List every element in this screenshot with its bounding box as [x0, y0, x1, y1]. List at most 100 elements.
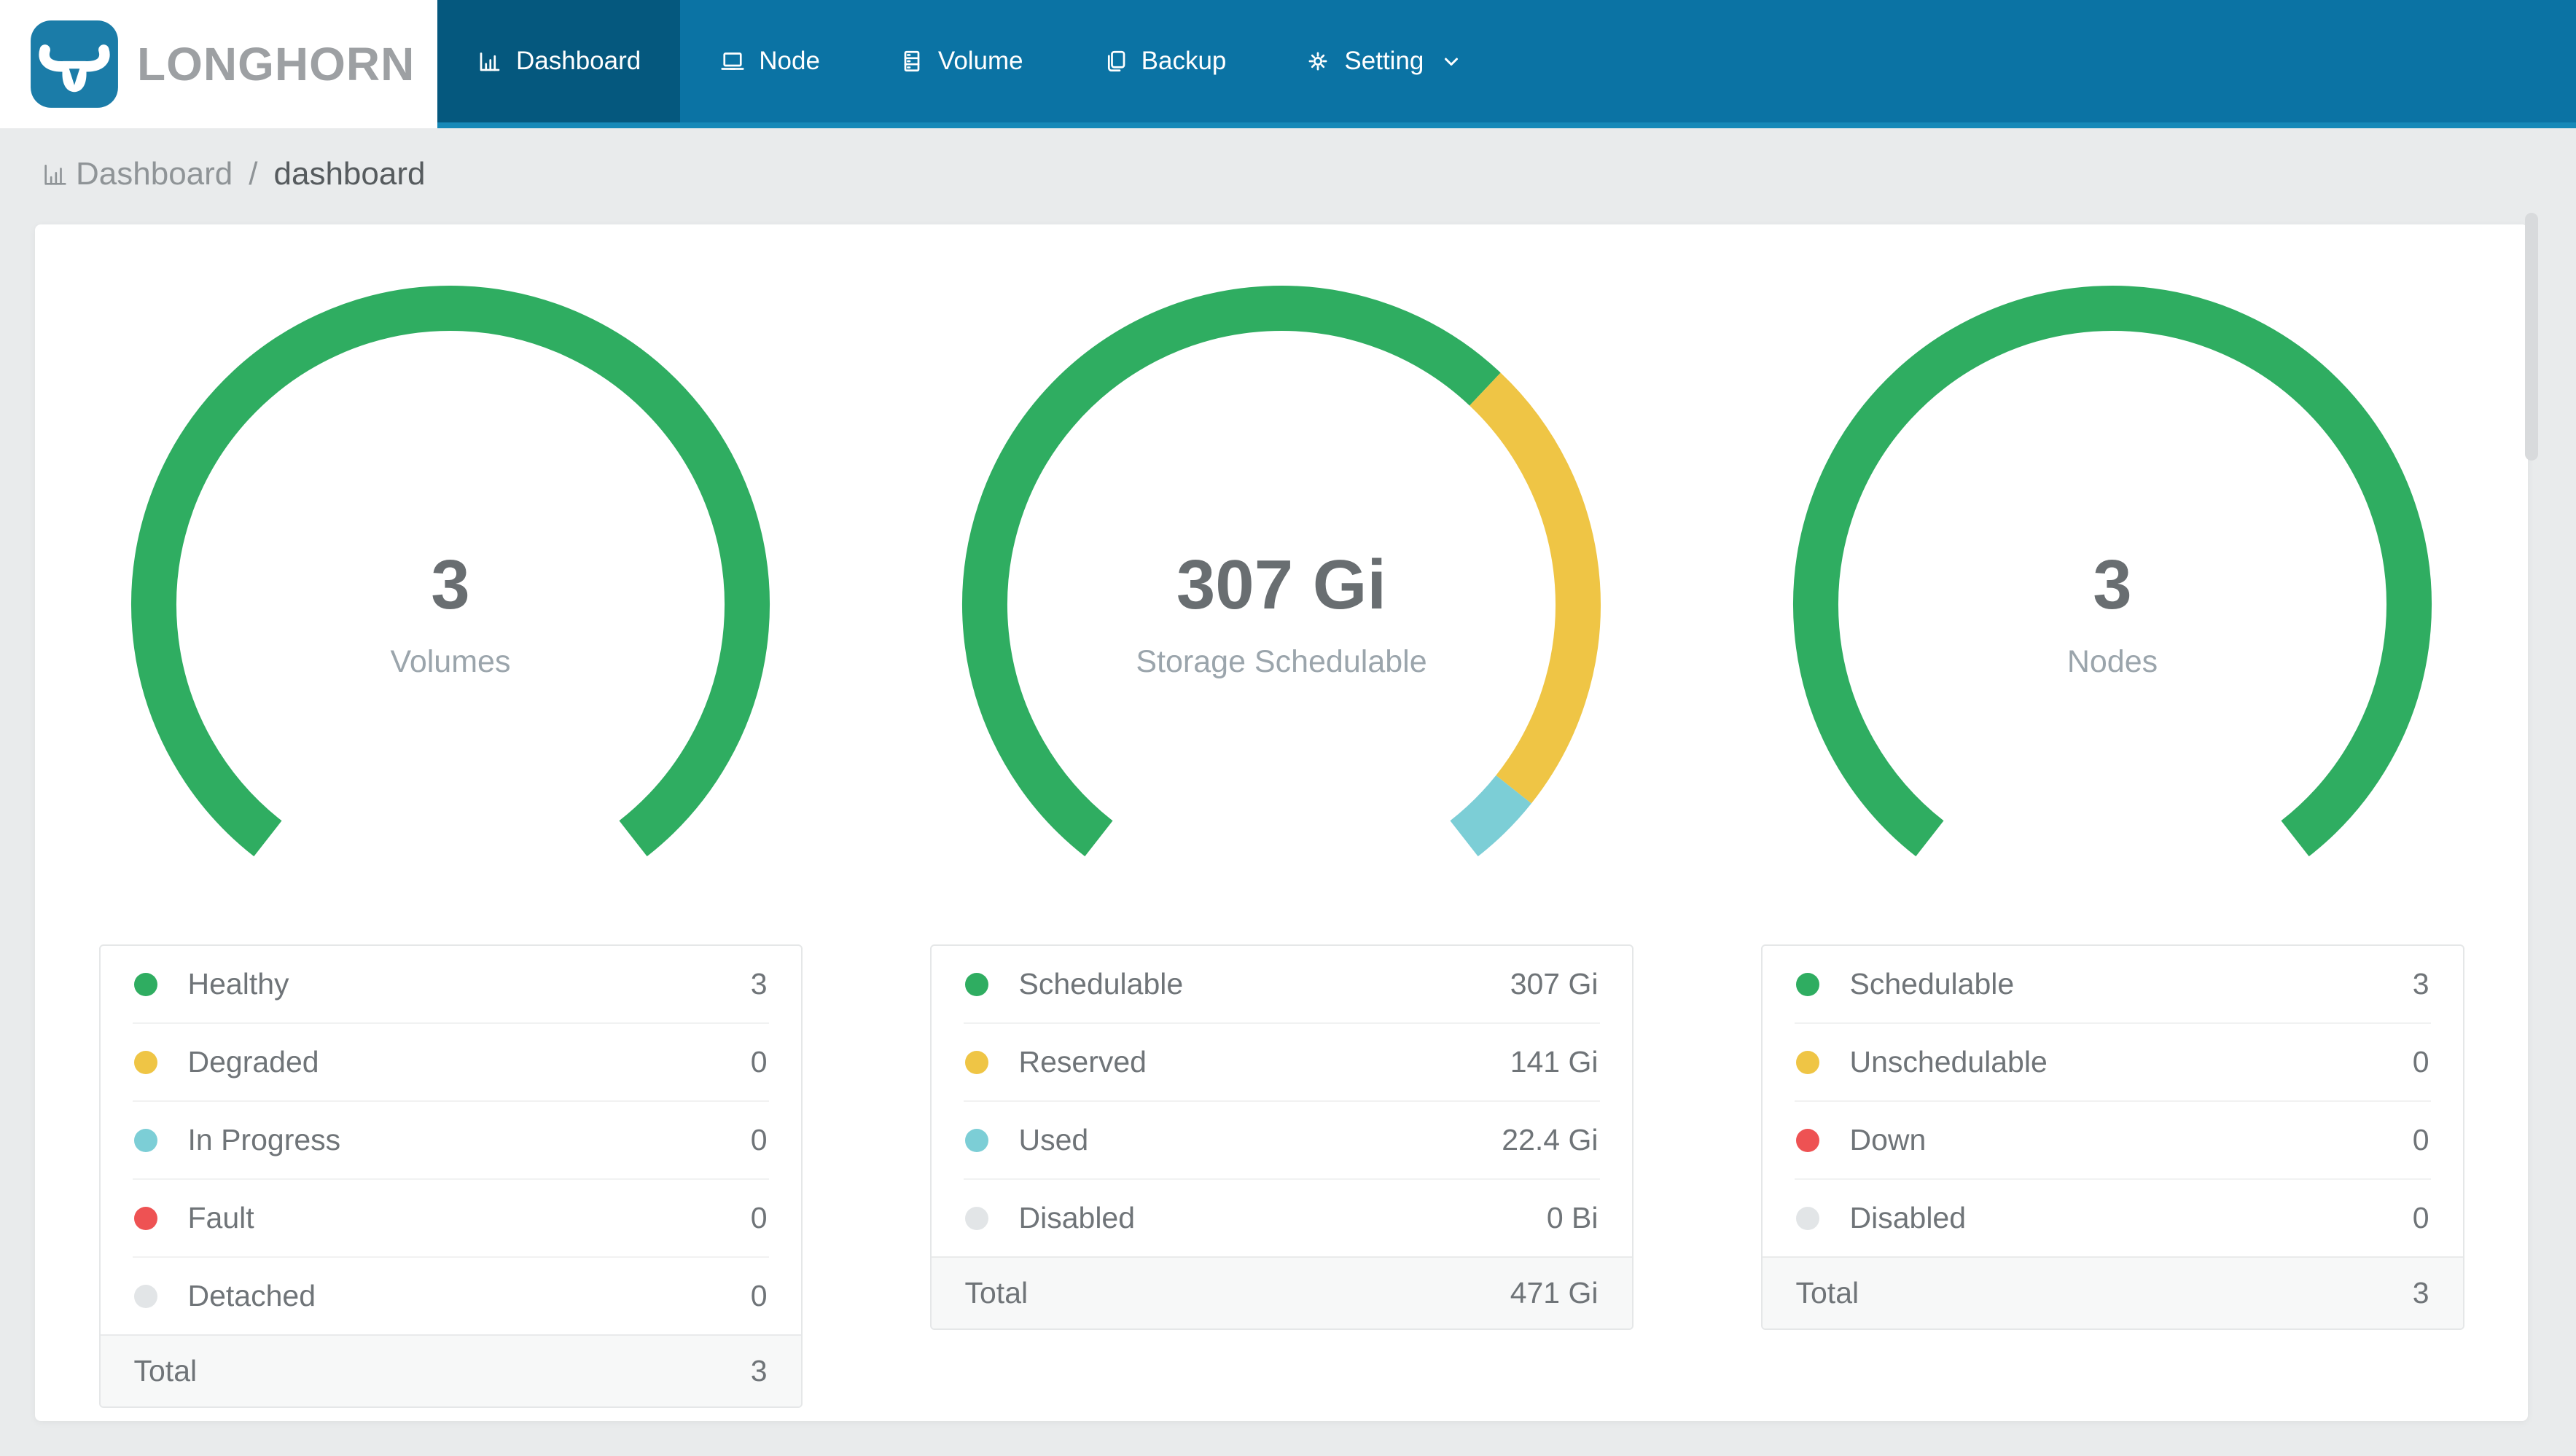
legend-value: 3 [750, 967, 768, 1001]
bar-chart-icon [44, 165, 66, 185]
legend-value: 0 [2412, 1201, 2429, 1234]
nav-tab-label: Node [759, 47, 820, 75]
legend-row-reserved: Reserved 141 Gi [932, 1024, 1632, 1100]
gauge-segment-reserved [1470, 372, 1601, 804]
healthy-dot [133, 972, 157, 996]
nodes-gauge-svg [1793, 286, 2432, 857]
legend-row-disabled: Disabled 0 [1763, 1180, 2463, 1256]
total-value: 3 [750, 1354, 768, 1387]
detached-dot [133, 1284, 157, 1308]
legend-label: Unschedulable [1849, 1045, 2048, 1079]
brand-name: LONGHORN [137, 38, 415, 90]
nav-tab-node[interactable]: Node [680, 0, 859, 122]
total-value: 471 Gi [1510, 1276, 1599, 1310]
in-progress-dot [133, 1128, 157, 1152]
gear-icon [1308, 52, 1327, 71]
legend-value: 141 Gi [1510, 1045, 1599, 1079]
total-label: Total [964, 1276, 1029, 1310]
volumes-column: 3 Volumes Healthy 3 Degraded 0 In Progre… [35, 224, 866, 1421]
disabled-dot [964, 1206, 988, 1230]
nodes-total-row: Total 3 [1762, 1256, 2463, 1328]
gauge-segment-schedulable [962, 286, 1501, 857]
storage-gauge-chart[interactable]: 307 Gi Storage Schedulable [946, 270, 1617, 940]
gauge-segment-healthy [131, 286, 770, 857]
legend-row-fault: Fault 0 [101, 1180, 801, 1256]
legend-label: Fault [187, 1201, 254, 1234]
schedulable-dot [1795, 972, 1819, 996]
breadcrumb: Dashboard / dashboard [0, 128, 2576, 192]
degraded-dot [133, 1050, 157, 1074]
legend-row-healthy: Healthy 3 [101, 946, 801, 1022]
nav-tab-dashboard[interactable]: Dashboard [437, 0, 681, 122]
schedulable-dot [964, 972, 988, 996]
legend-value: 3 [2412, 967, 2429, 1001]
breadcrumb-separator: / [249, 156, 258, 192]
legend-value: 0 Bi [1546, 1201, 1599, 1234]
node-icon [721, 52, 744, 70]
bar-chart-icon [480, 52, 500, 71]
legend-row-disabled: Disabled 0 Bi [932, 1180, 1632, 1256]
legend-row-down: Down 0 [1763, 1102, 2463, 1178]
legend-label: Schedulable [1849, 967, 2015, 1001]
legend-row-schedulable: Schedulable 3 [1763, 946, 2463, 1022]
legend-value: 0 [750, 1045, 768, 1079]
nav-tab-setting[interactable]: Setting [1265, 0, 1504, 122]
legend-label: Used [1018, 1123, 1089, 1156]
fault-dot [133, 1206, 157, 1230]
disabled-dot [1795, 1206, 1819, 1230]
legend-row-schedulable: Schedulable 307 Gi [932, 946, 1632, 1022]
nodes-gauge-chart[interactable]: 3 Nodes [1777, 270, 2448, 940]
backup-icon [1107, 50, 1125, 72]
storage-legend-card: Schedulable 307 Gi Reserved 141 Gi Used … [929, 944, 1634, 1330]
brand-home-link[interactable]: LONGHORN [0, 0, 437, 128]
volumes-legend-card: Healthy 3 Degraded 0 In Progress 0 Fault… [98, 944, 803, 1408]
legend-row-unschedulable: Unschedulable 0 [1763, 1024, 2463, 1100]
storage-column: 307 Gi Storage Schedulable Schedulable 3… [866, 224, 1697, 1421]
legend-value: 307 Gi [1510, 967, 1599, 1001]
down-dot [1795, 1128, 1819, 1152]
legend-value: 0 [750, 1123, 768, 1156]
legend-value: 0 [2412, 1123, 2429, 1156]
nodes-column: 3 Nodes Schedulable 3 Unschedulable 0 Do… [1697, 224, 2528, 1421]
total-value: 3 [2412, 1276, 2429, 1310]
legend-label: Schedulable [1018, 967, 1184, 1001]
legend-label: Detached [187, 1279, 316, 1312]
nav-tab-label: Backup [1141, 47, 1227, 75]
volumes-gauge-chart[interactable]: 3 Volumes [115, 270, 786, 940]
legend-label: Down [1849, 1123, 1927, 1156]
nav-tab-backup[interactable]: Backup [1063, 0, 1266, 122]
legend-row-in-progress: In Progress 0 [101, 1102, 801, 1178]
volume-icon [904, 50, 920, 72]
total-label: Total [133, 1354, 198, 1387]
legend-row-used: Used 22.4 Gi [932, 1102, 1632, 1178]
nav-tab-volume[interactable]: Volume [859, 0, 1063, 122]
breadcrumb-dashboard-link[interactable]: Dashboard [41, 156, 233, 192]
nav-tab-label: Volume [937, 47, 1023, 75]
legend-label: Disabled [1849, 1201, 1967, 1234]
nav-tab-label: Dashboard [516, 47, 641, 75]
vertical-scrollbar-thumb[interactable] [2525, 213, 2538, 461]
volumes-gauge-svg [131, 286, 770, 857]
chevron-down-icon [1445, 58, 1459, 66]
total-label: Total [1795, 1276, 1859, 1310]
app-header: LONGHORN Dashboard Node Volume Backup Se… [0, 0, 2576, 128]
legend-label: Reserved [1018, 1045, 1147, 1079]
legend-value: 0 [750, 1279, 768, 1312]
breadcrumb-section: Dashboard [76, 156, 233, 192]
legend-label: Disabled [1018, 1201, 1136, 1234]
legend-row-degraded: Degraded 0 [101, 1024, 801, 1100]
legend-label: Healthy [187, 967, 289, 1001]
gauge-segment-schedulable [1793, 286, 2432, 857]
main-nav: Dashboard Node Volume Backup Setting [437, 0, 2576, 128]
legend-label: Degraded [187, 1045, 319, 1079]
legend-row-detached: Detached 0 [101, 1258, 801, 1334]
longhorn-logo-icon [31, 20, 118, 108]
nodes-legend-card: Schedulable 3 Unschedulable 0 Down 0 Dis… [1760, 944, 2464, 1330]
storage-total-row: Total 471 Gi [931, 1256, 1632, 1328]
unschedulable-dot [1795, 1050, 1819, 1074]
nav-tab-label: Setting [1344, 47, 1424, 75]
dashboard-panel: 3 Volumes Healthy 3 Degraded 0 In Progre… [35, 224, 2528, 1421]
storage-gauge-svg [962, 286, 1601, 857]
volumes-total-row: Total 3 [100, 1334, 801, 1406]
gauge-segment-used [1450, 775, 1531, 857]
